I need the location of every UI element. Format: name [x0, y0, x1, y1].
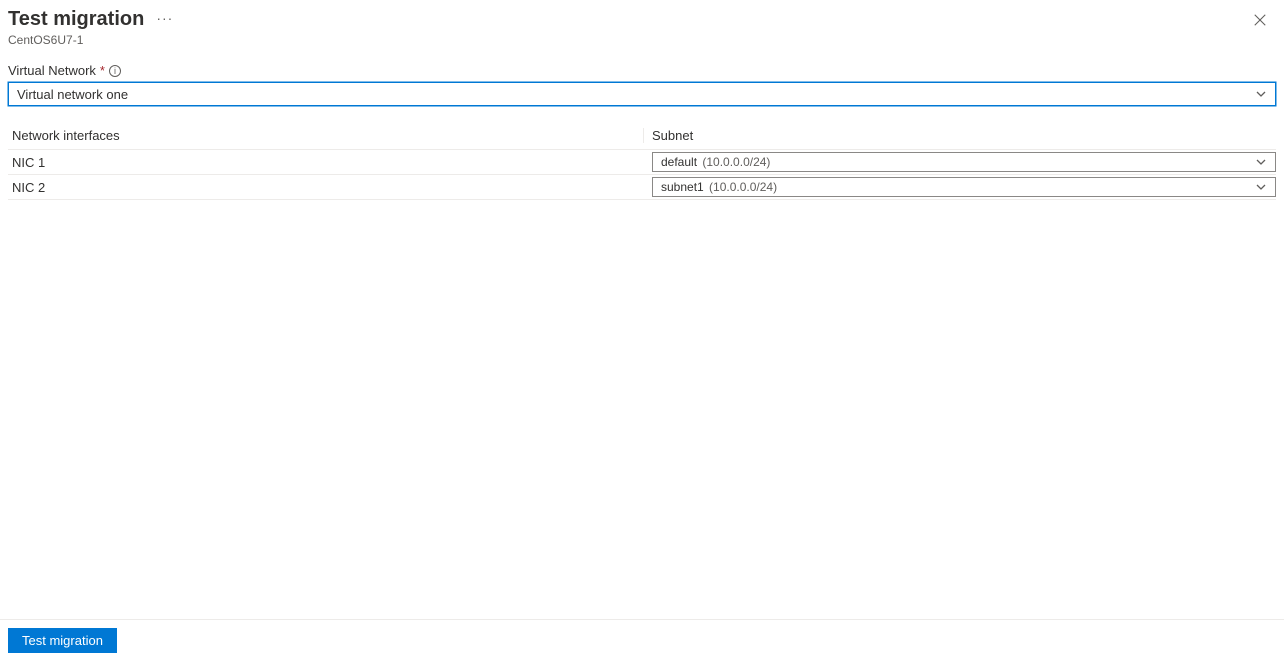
table-row: NIC 2 subnet1 (10.0.0.0/24): [8, 175, 1276, 200]
nic-name: NIC 2: [12, 178, 644, 197]
subtitle: CentOS6U7-1: [8, 33, 1276, 47]
table-header: Network interfaces Subnet: [8, 122, 1276, 150]
page-title: Test migration: [8, 8, 144, 31]
chevron-down-icon: [1255, 181, 1267, 193]
chevron-down-icon: [1255, 156, 1267, 168]
subnet-select[interactable]: default (10.0.0.0/24): [652, 152, 1276, 172]
vnet-select[interactable]: Virtual network one: [8, 82, 1276, 106]
close-button[interactable]: [1250, 10, 1270, 30]
subnet-cidr: (10.0.0.0/24): [702, 155, 770, 169]
column-header-nic: Network interfaces: [12, 128, 644, 143]
nic-name: NIC 1: [12, 153, 644, 172]
info-icon[interactable]: i: [109, 65, 121, 77]
close-icon: [1253, 13, 1267, 27]
footer: Test migration: [0, 619, 1284, 661]
more-icon[interactable]: ···: [156, 10, 173, 29]
subnet-cidr: (10.0.0.0/24): [709, 180, 777, 194]
subnet-select[interactable]: subnet1 (10.0.0.0/24): [652, 177, 1276, 197]
subnet-name: default: [661, 155, 697, 169]
test-migration-button[interactable]: Test migration: [8, 628, 117, 653]
nic-table: Network interfaces Subnet NIC 1 default …: [8, 122, 1276, 200]
required-asterisk: *: [100, 63, 105, 78]
vnet-label: Virtual Network * i: [8, 63, 1276, 78]
subnet-name: subnet1: [661, 180, 704, 194]
column-header-subnet: Subnet: [644, 128, 1276, 143]
table-row: NIC 1 default (10.0.0.0/24): [8, 150, 1276, 175]
vnet-select-value: Virtual network one: [17, 87, 128, 102]
chevron-down-icon: [1255, 88, 1267, 100]
